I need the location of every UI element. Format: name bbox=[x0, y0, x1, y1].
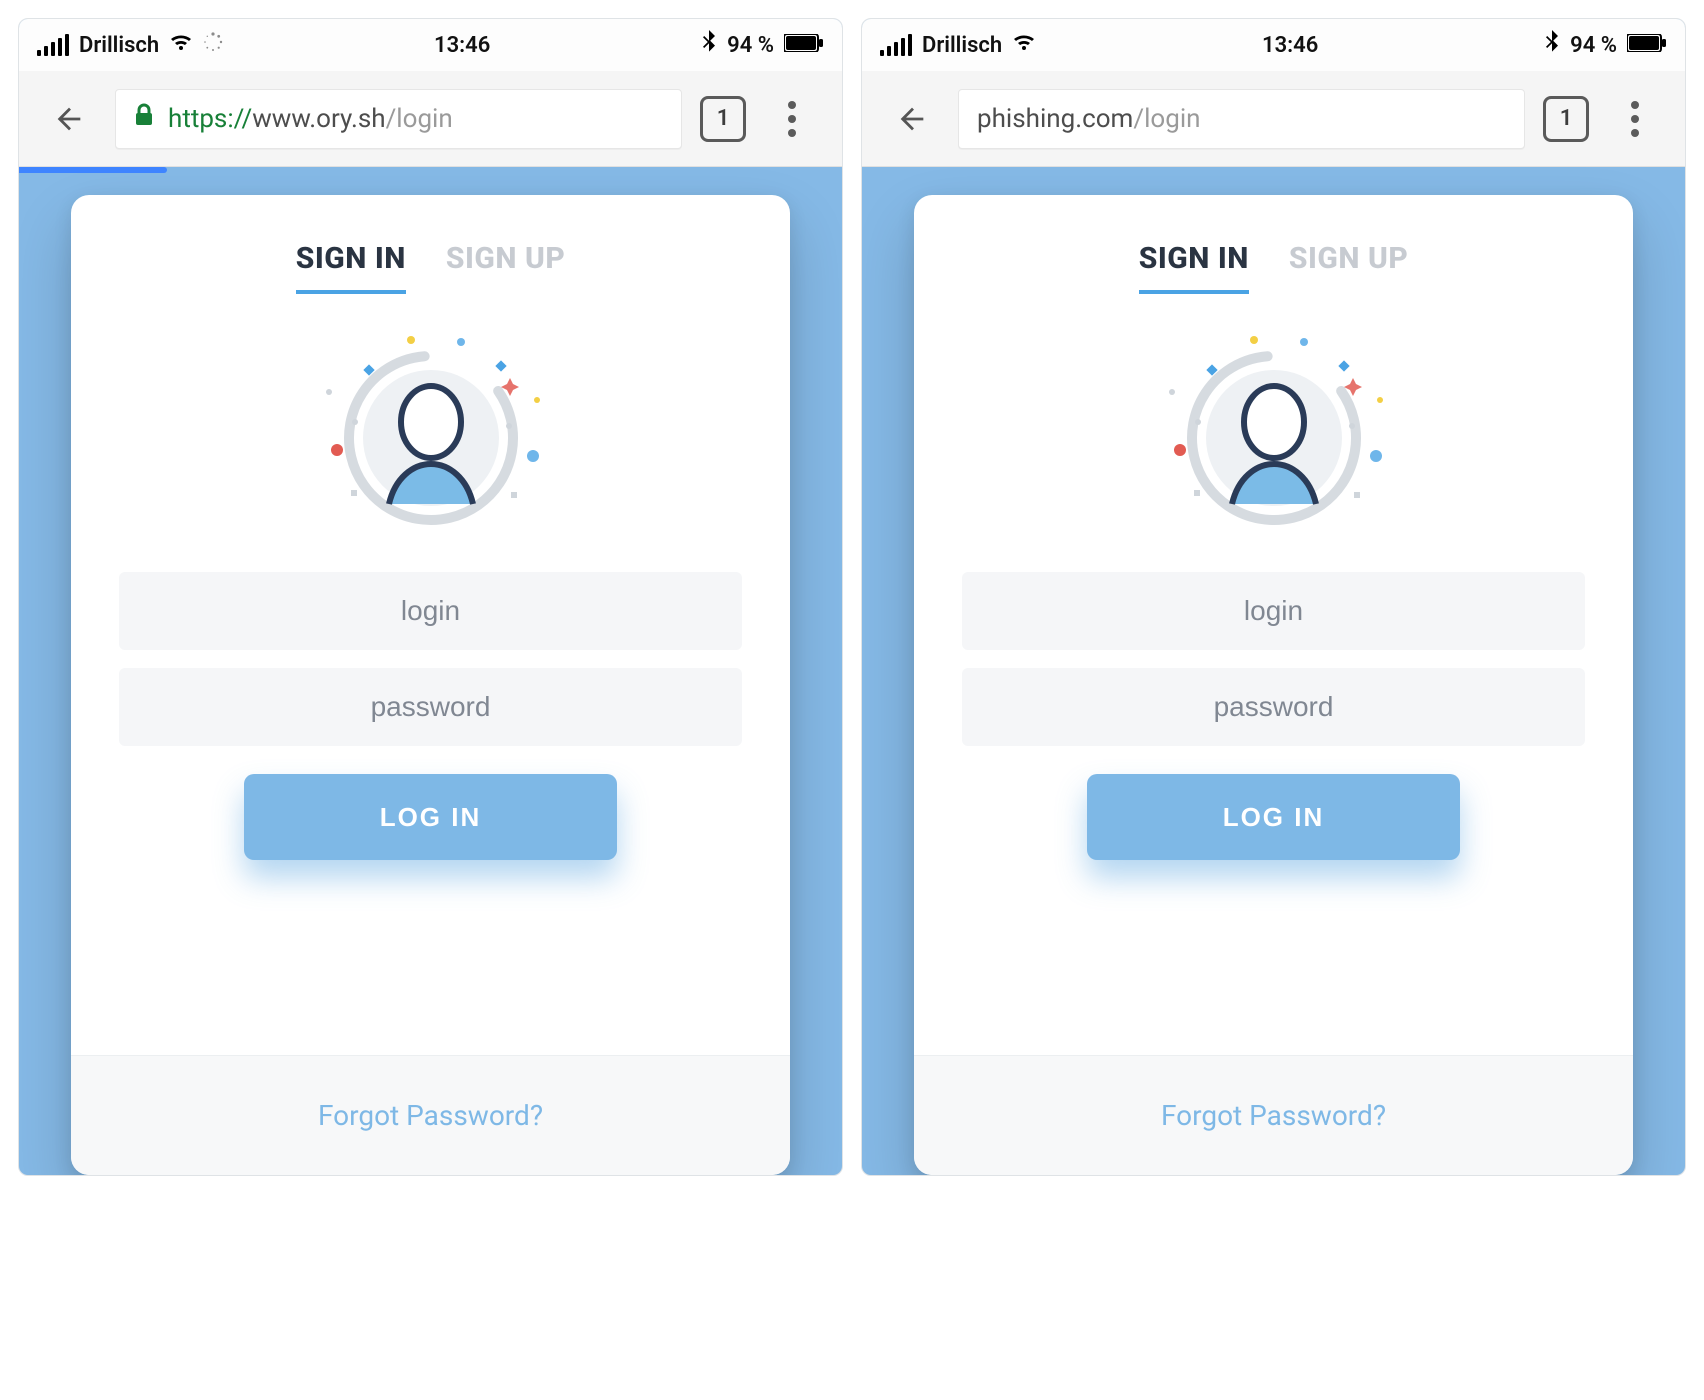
url-text: https://www.ory.sh/login bbox=[168, 104, 453, 134]
password-input[interactable] bbox=[119, 668, 742, 746]
login-button[interactable]: LOG IN bbox=[244, 774, 618, 860]
battery-pct: 94 % bbox=[727, 33, 774, 58]
tab-signup[interactable]: SIGN UP bbox=[446, 241, 565, 294]
bluetooth-icon bbox=[701, 30, 717, 60]
kebab-menu-icon bbox=[788, 101, 796, 137]
signal-bars-icon bbox=[880, 34, 912, 56]
user-avatar-icon bbox=[1144, 322, 1404, 556]
signal-bars-icon bbox=[37, 34, 69, 56]
password-input[interactable] bbox=[962, 668, 1585, 746]
tabs-button[interactable]: 1 bbox=[700, 96, 746, 142]
tabs-count: 1 bbox=[717, 106, 730, 131]
back-arrow-icon bbox=[52, 102, 86, 136]
back-button[interactable] bbox=[41, 91, 97, 147]
address-bar[interactable]: https://www.ory.sh/login bbox=[115, 89, 682, 149]
tabs-button[interactable]: 1 bbox=[1543, 96, 1589, 142]
login-input[interactable] bbox=[119, 572, 742, 650]
status-bar: Drillisch 13:46 94 % bbox=[19, 19, 842, 71]
page-load-progress bbox=[19, 167, 167, 173]
viewport: SIGN IN SIGN UP bbox=[862, 167, 1685, 1175]
carrier-label: Drillisch bbox=[79, 33, 159, 58]
viewport: SIGN IN SIGN UP bbox=[19, 167, 842, 1175]
tab-signin[interactable]: SIGN IN bbox=[1139, 241, 1249, 294]
comparison-stage: Drillisch 13:46 94 % bbox=[0, 0, 1704, 1176]
url-host: www.ory.sh bbox=[252, 104, 385, 134]
battery-icon bbox=[784, 33, 824, 58]
url-path: /login bbox=[386, 104, 453, 134]
url-path: /login bbox=[1133, 104, 1200, 134]
phone-right: Drillisch 13:46 94 % bbox=[861, 18, 1686, 1176]
address-bar[interactable]: phishing.com/login bbox=[958, 89, 1525, 149]
login-card: SIGN IN SIGN UP bbox=[71, 195, 790, 1175]
login-button[interactable]: LOG IN bbox=[1087, 774, 1461, 860]
kebab-menu-icon bbox=[1631, 101, 1639, 137]
battery-icon bbox=[1627, 33, 1667, 58]
card-footer: Forgot Password? bbox=[914, 1055, 1633, 1175]
browser-toolbar: phishing.com/login 1 bbox=[862, 71, 1685, 167]
phone-left: Drillisch 13:46 94 % bbox=[18, 18, 843, 1176]
wifi-icon bbox=[169, 32, 193, 58]
clock: 13:46 bbox=[1036, 33, 1544, 58]
url-text: phishing.com/login bbox=[977, 104, 1201, 134]
lock-icon bbox=[134, 103, 154, 134]
auth-tabs: SIGN IN SIGN UP bbox=[1139, 241, 1409, 294]
auth-tabs: SIGN IN SIGN UP bbox=[296, 241, 566, 294]
tabs-count: 1 bbox=[1560, 106, 1573, 131]
back-arrow-icon bbox=[895, 102, 929, 136]
back-button[interactable] bbox=[884, 91, 940, 147]
menu-button[interactable] bbox=[764, 91, 820, 147]
clock: 13:46 bbox=[223, 33, 701, 58]
status-bar: Drillisch 13:46 94 % bbox=[862, 19, 1685, 71]
wifi-icon bbox=[1012, 32, 1036, 58]
tab-signup[interactable]: SIGN UP bbox=[1289, 241, 1408, 294]
tab-signin[interactable]: SIGN IN bbox=[296, 241, 406, 294]
battery-pct: 94 % bbox=[1570, 33, 1617, 58]
login-card: SIGN IN SIGN UP bbox=[914, 195, 1633, 1175]
url-scheme: https:// bbox=[168, 104, 252, 134]
menu-button[interactable] bbox=[1607, 91, 1663, 147]
user-avatar-icon bbox=[301, 322, 561, 556]
carrier-label: Drillisch bbox=[922, 33, 1002, 58]
login-input[interactable] bbox=[962, 572, 1585, 650]
browser-toolbar: https://www.ory.sh/login 1 bbox=[19, 71, 842, 167]
forgot-password-link[interactable]: Forgot Password? bbox=[318, 1099, 543, 1132]
card-footer: Forgot Password? bbox=[71, 1055, 790, 1175]
forgot-password-link[interactable]: Forgot Password? bbox=[1161, 1099, 1386, 1132]
url-host: phishing.com bbox=[977, 104, 1133, 134]
loading-spinner-icon bbox=[203, 32, 223, 58]
bluetooth-icon bbox=[1544, 30, 1560, 60]
